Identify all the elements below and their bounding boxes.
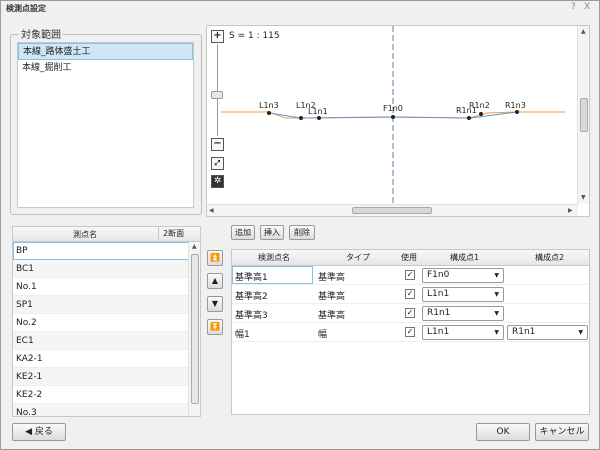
dropdown-arrow-icon: ▼ [494,329,499,336]
dropdown-arrow-icon: ▼ [494,291,499,298]
table-header: 測点名 2断面 [13,227,200,242]
range-group-label: 対象範囲 [19,26,63,41]
dropdown-arrow-icon: ▼ [494,310,499,317]
horizontal-scroll-thumb[interactable] [352,207,432,214]
dialog-window: 検測点設定 ? X 対象範囲 本線_路体盛土工 本線_掘削工 S = 1 : 1… [0,0,600,450]
point1-value: R1n1 [427,308,451,318]
titlebar: 検測点設定 ? X [1,1,599,15]
table-row[interactable]: KA2-1 [13,350,189,368]
table-row[interactable]: No.1 [13,278,189,296]
ok-button[interactable]: OK [476,423,530,441]
point-label: R1n3 [505,101,526,110]
grid-row[interactable]: 幅1 幅 ✓ L1n1 ▼ R1n1 ▼ [232,323,589,342]
point2-combo[interactable]: R1n1 ▼ [507,325,588,340]
section-preview[interactable]: S = 1 : 115 + − ⤢ ✲ L1n3 L1n2 L1n1 F1n0 … [206,25,590,217]
table-row[interactable]: EC1 [13,332,189,350]
table-row[interactable]: BP [13,242,189,260]
point-marker [267,111,271,115]
point-marker [317,116,321,120]
help-icon[interactable]: ? [571,2,576,12]
window-title: 検測点設定 [6,4,46,13]
table-row[interactable]: No.3 [13,404,189,416]
scroll-down-icon[interactable]: ▼ [581,194,586,201]
cancel-button[interactable]: キャンセル [535,423,589,441]
table-row[interactable]: SP1 [13,296,189,314]
point-marker [479,112,483,116]
column-header: 構成点2 [535,253,565,262]
add-button[interactable]: 追加 [231,225,255,240]
vertical-scroll-thumb[interactable] [580,98,588,132]
table-row[interactable]: No.2 [13,314,189,332]
point-marker [467,116,471,120]
point1-combo[interactable]: R1n1 ▼ [422,306,504,321]
survey-point-table[interactable]: 測点名 2断面 BP BC1 No.1 SP1 No.2 EC1 KA2-1 K… [12,226,201,417]
use-checkbox[interactable]: ✓ [405,289,415,299]
point1-combo[interactable]: L1n1 ▼ [422,287,504,302]
grid-header: 検測点名 タイプ 使用 構成点1 構成点2 [232,250,589,266]
point1-combo[interactable]: F1n0 ▼ [422,268,504,283]
preview-horizontal-scrollbar[interactable]: ◀ ▶ [207,204,578,216]
inspection-point-grid[interactable]: 検測点名 タイプ 使用 構成点1 構成点2 基準高1 基準高 ✓ F1n0 ▼ 基… [231,249,590,415]
dropdown-arrow-icon: ▼ [578,329,583,336]
type-cell[interactable]: 基準高 [318,270,345,283]
dropdown-arrow-icon: ▼ [494,272,499,279]
use-checkbox[interactable]: ✓ [405,308,415,318]
back-button[interactable]: ◀ 戻る [12,423,66,441]
close-icon[interactable]: X [584,2,590,12]
type-cell[interactable]: 幅 [318,327,327,340]
point2-value: R1n1 [512,327,536,337]
point-label: L1n1 [308,107,328,116]
type-cell[interactable]: 基準高 [318,308,345,321]
table-scroll-thumb[interactable] [191,254,199,404]
point-label: R1n2 [469,101,490,110]
grid-row[interactable]: 基準高3 基準高 ✓ R1n1 ▼ [232,304,589,323]
column-header: 構成点1 [450,253,480,262]
point-name-cell[interactable]: 基準高3 [235,308,268,321]
point-name-cell[interactable]: 基準高2 [235,289,268,302]
point1-value: L1n1 [427,327,450,337]
range-list[interactable]: 本線_路体盛土工 本線_掘削工 [17,42,194,208]
point-name-cell[interactable]: 幅1 [235,327,250,340]
move-top-button[interactable]: ⏫ [207,250,223,266]
type-cell[interactable]: 基準高 [318,289,345,302]
point-name-cell[interactable]: 基準高1 [235,270,268,283]
table-row[interactable]: KE2-2 [13,386,189,404]
column-header: タイプ [346,253,370,262]
delete-button[interactable]: 削除 [289,225,315,240]
scroll-left-icon[interactable]: ◀ [209,207,214,214]
move-bottom-button[interactable]: ⏬ [207,319,223,335]
insert-button[interactable]: 挿入 [260,225,284,240]
move-up-button[interactable]: ▲ [207,273,223,289]
range-item[interactable]: 本線_掘削工 [18,60,193,77]
use-checkbox[interactable]: ✓ [405,270,415,280]
column-header: 2断面 [158,227,184,240]
move-down-button[interactable]: ▼ [207,296,223,312]
point1-combo[interactable]: L1n1 ▼ [422,325,504,340]
point-label: L1n3 [259,101,279,110]
table-scrollbar[interactable]: ▲ [188,242,200,416]
grid-row[interactable]: 基準高1 基準高 ✓ F1n0 ▼ [232,266,589,285]
use-checkbox[interactable]: ✓ [405,327,415,337]
point1-value: L1n1 [427,289,450,299]
point-marker [391,115,395,119]
range-item[interactable]: 本線_路体盛土工 [18,43,193,60]
scroll-up-icon[interactable]: ▲ [581,28,586,35]
grid-row[interactable]: 基準高2 基準高 ✓ L1n1 ▼ [232,285,589,304]
table-row[interactable]: BC1 [13,260,189,278]
section-drawing [221,26,565,206]
point-marker [299,116,303,120]
table-row[interactable]: KE2-1 [13,368,189,386]
scroll-right-icon[interactable]: ▶ [568,207,573,214]
point1-value: F1n0 [427,270,450,280]
column-header: 測点名 [73,230,97,239]
point-marker [515,110,519,114]
preview-vertical-scrollbar[interactable]: ▲ ▼ [577,26,589,204]
point-label: F1n0 [383,104,403,113]
column-header: 検測点名 [258,253,290,262]
column-header: 使用 [401,253,417,262]
scroll-up-icon[interactable]: ▲ [192,243,197,250]
